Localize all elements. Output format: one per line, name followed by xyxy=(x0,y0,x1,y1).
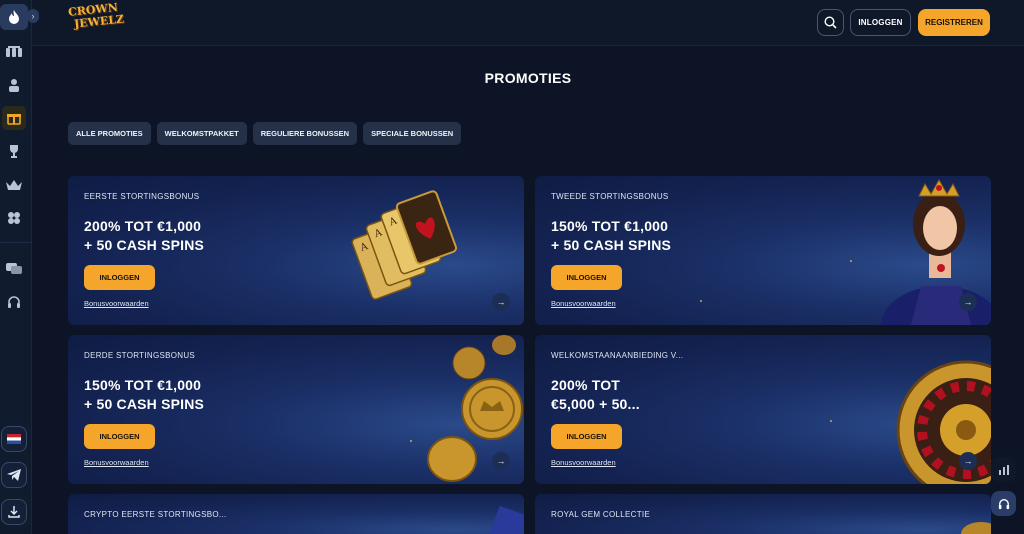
tab-all-promotions[interactable]: ALLE PROMOTIES xyxy=(68,122,151,145)
promo-card-second-deposit: TWEEDE STORTINGSBONUS 150% TOT €1,000 + … xyxy=(535,176,991,325)
slots-icon[interactable] xyxy=(4,42,24,62)
sparkle xyxy=(410,440,412,442)
promo-headline-line1: 200% TOT xyxy=(551,377,621,393)
arrow-right-icon[interactable]: → xyxy=(492,293,510,311)
promo-title: ROYAL GEM COLLECTIE xyxy=(551,510,651,519)
crypto-image xyxy=(489,505,524,534)
header-login-button[interactable]: INLOGGEN xyxy=(850,9,911,36)
tab-special-bonuses[interactable]: SPECIALE BONUSSEN xyxy=(363,122,462,145)
promo-headline-line1: 150% TOT €1,000 xyxy=(84,377,202,393)
language-flag-icon[interactable] xyxy=(1,426,27,452)
promo-login-button[interactable]: INLOGGEN xyxy=(84,424,155,449)
header-register-button[interactable]: REGISTREREN xyxy=(918,9,990,36)
tab-welcome-package[interactable]: WELKOMSTPAKKET xyxy=(156,122,247,145)
arrow-right-icon[interactable]: → xyxy=(959,452,977,470)
headset-icon[interactable] xyxy=(4,292,24,312)
promo-card-third-deposit: DERDE STORTINGSBONUS 150% TOT €1,000 + 5… xyxy=(68,335,524,484)
search-icon xyxy=(824,16,837,29)
promo-headline-line2: + 50 CASH SPINS xyxy=(84,396,205,412)
promo-headline-line2: + 50 CASH SPINS xyxy=(84,237,205,253)
promo-title: EERSTE STORTINGSBONUS xyxy=(84,192,200,201)
promotion-filter-tabs: ALLE PROMOTIES WELKOMSTPAKKET REGULIERE … xyxy=(68,122,462,145)
sparkle xyxy=(830,420,832,422)
sparkle xyxy=(700,300,702,302)
crown-jewelz-logo[interactable]: CROWN JEWELZ xyxy=(67,1,125,42)
bonus-terms-link[interactable]: Bonusvoorwaarden xyxy=(551,299,616,308)
sparkle xyxy=(420,270,422,272)
promo-card-first-deposit: A A A EERSTE STORTINGSBONUS 200% TOT €1,… xyxy=(68,176,524,325)
promo-card-welcome-offer: WELKOMSTAANAANBIEDING V... 200% TOT €5,0… xyxy=(535,335,991,484)
sidebar-divider xyxy=(0,242,32,243)
arrow-right-icon[interactable]: → xyxy=(959,293,977,311)
promo-login-button[interactable]: INLOGGEN xyxy=(551,265,622,290)
search-button[interactable] xyxy=(817,9,844,36)
bar-chart-icon xyxy=(998,464,1009,475)
telegram-icon[interactable] xyxy=(1,462,27,488)
dealer-icon[interactable] xyxy=(4,75,24,95)
promo-title: WELKOMSTAANAANBIEDING V... xyxy=(551,351,684,360)
bonus-terms-link[interactable]: Bonusvoorwaarden xyxy=(84,299,149,308)
bonus-terms-link[interactable]: Bonusvoorwaarden xyxy=(84,458,149,467)
promo-title: CRYPTO EERSTE STORTINGSBO... xyxy=(84,510,227,519)
arrow-right-icon[interactable]: → xyxy=(492,452,510,470)
promo-title: TWEEDE STORTINGSBONUS xyxy=(551,192,669,201)
support-chat-button[interactable] xyxy=(991,491,1016,516)
sparkle xyxy=(850,260,852,262)
bonus-terms-link[interactable]: Bonusvoorwaarden xyxy=(551,458,616,467)
promo-headline-line2: €5,000 + 50... xyxy=(551,396,640,412)
chat-icon[interactable] xyxy=(4,258,24,278)
gems-image xyxy=(961,522,991,534)
top-header: CROWN JEWELZ INLOGGEN REGISTREREN xyxy=(32,0,1024,46)
logo-line-2: JEWELZ xyxy=(73,12,125,31)
tab-regular-bonuses[interactable]: REGULIERE BONUSSEN xyxy=(252,122,358,145)
stats-button[interactable] xyxy=(991,457,1016,482)
promo-login-button[interactable]: INLOGGEN xyxy=(84,265,155,290)
sidebar: › xyxy=(0,0,39,534)
download-icon[interactable] xyxy=(1,499,27,525)
clover-icon[interactable] xyxy=(4,208,24,228)
promo-card-royal-gem: ROYAL GEM COLLECTIE xyxy=(535,494,991,534)
promo-headline-line1: 150% TOT €1,000 xyxy=(551,218,669,234)
promo-card-crypto-deposit: CRYPTO EERSTE STORTINGSBO... xyxy=(68,494,524,534)
promo-headline-line1: 200% TOT €1,000 xyxy=(84,218,202,234)
chevron-right-icon[interactable]: › xyxy=(27,9,39,23)
promo-headline-line2: + 50 CASH SPINS xyxy=(551,237,672,253)
headset-icon xyxy=(998,498,1009,509)
trophy-icon[interactable] xyxy=(4,141,24,161)
fire-icon[interactable] xyxy=(0,4,28,30)
gift-icon[interactable] xyxy=(2,106,26,130)
crown-icon[interactable] xyxy=(4,175,24,195)
promo-title: DERDE STORTINGSBONUS xyxy=(84,351,196,360)
page-title: PROMOTIES xyxy=(484,70,572,86)
promo-login-button[interactable]: INLOGGEN xyxy=(551,424,622,449)
